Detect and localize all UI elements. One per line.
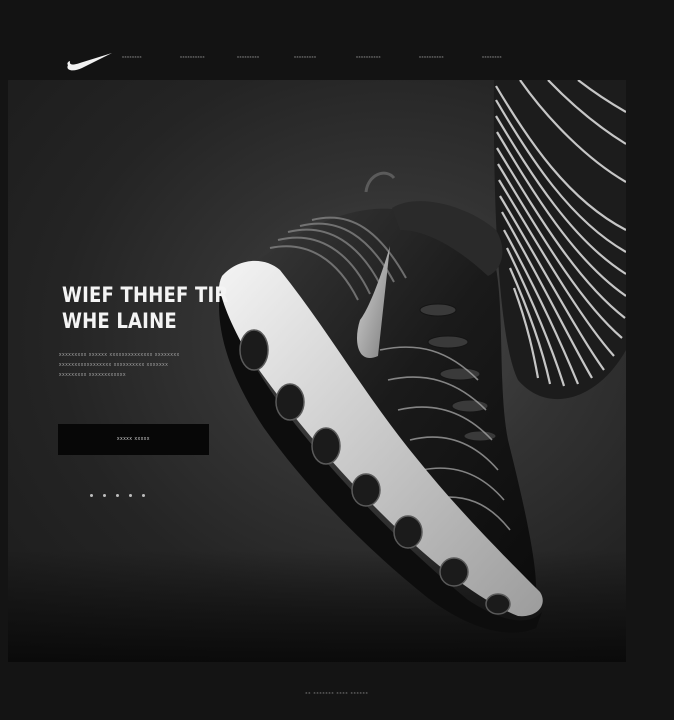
slider-dot-1[interactable]	[90, 494, 93, 497]
top-navigation: xxxxxxxx xxxxxxxxxx xxxxxxxxx xxxxxxxxx …	[0, 0, 674, 80]
slider-dot-3[interactable]	[116, 494, 119, 497]
hero-banner: WIEF THHEF TIR WHE LAINE xxxxxxxxx xxxxx…	[8, 80, 626, 662]
landing-page: xxxxxxxx xxxxxxxxxx xxxxxxxxx xxxxxxxxx …	[0, 0, 674, 720]
nav-item-1[interactable]: xxxxxxxx	[122, 54, 142, 59]
shop-now-button[interactable]: xxxxx xxxxx	[58, 424, 209, 455]
nav-item-3[interactable]: xxxxxxxxx	[237, 54, 260, 59]
headline-line-1: WIEF THHEF TIR	[62, 283, 229, 307]
slider-dot-5[interactable]	[142, 494, 145, 497]
description-line-1: xxxxxxxxx xxxxxx xxxxxxxxxxxxxx xxxxxxxx	[59, 352, 180, 358]
slider-dot-4[interactable]	[129, 494, 132, 497]
slider-pagination	[90, 494, 145, 497]
sneaker-illustration	[218, 171, 543, 633]
nav-item-6[interactable]: xxxxxxxxxx	[419, 54, 444, 59]
headline-line-2: WHE LAINE	[62, 309, 177, 333]
description-line-3: xxxxxxxxx xxxxxxxxxxxx	[59, 372, 127, 378]
description-line-2: xxxxxxxxxxxxxxxxx xxxxxxxxxx xxxxxxx	[59, 362, 169, 368]
nav-item-5[interactable]: xxxxxxxxxx	[356, 54, 381, 59]
nav-item-7[interactable]: xxxxxxxx	[482, 54, 502, 59]
slider-dot-2[interactable]	[103, 494, 106, 497]
footer-caption: xx xxxxxxx xxxx xxxxxx	[305, 690, 369, 695]
nav-item-2[interactable]: xxxxxxxxxx	[180, 54, 205, 59]
hero-description: xxxxxxxxx xxxxxx xxxxxxxxxxxxxx xxxxxxxx…	[59, 350, 219, 380]
nav-item-4[interactable]: xxxxxxxxx	[294, 54, 317, 59]
striped-orb	[493, 80, 626, 400]
swoosh-logo[interactable]	[64, 46, 114, 72]
hero-headline: WIEF THHEF TIR WHE LAINE	[62, 282, 228, 334]
